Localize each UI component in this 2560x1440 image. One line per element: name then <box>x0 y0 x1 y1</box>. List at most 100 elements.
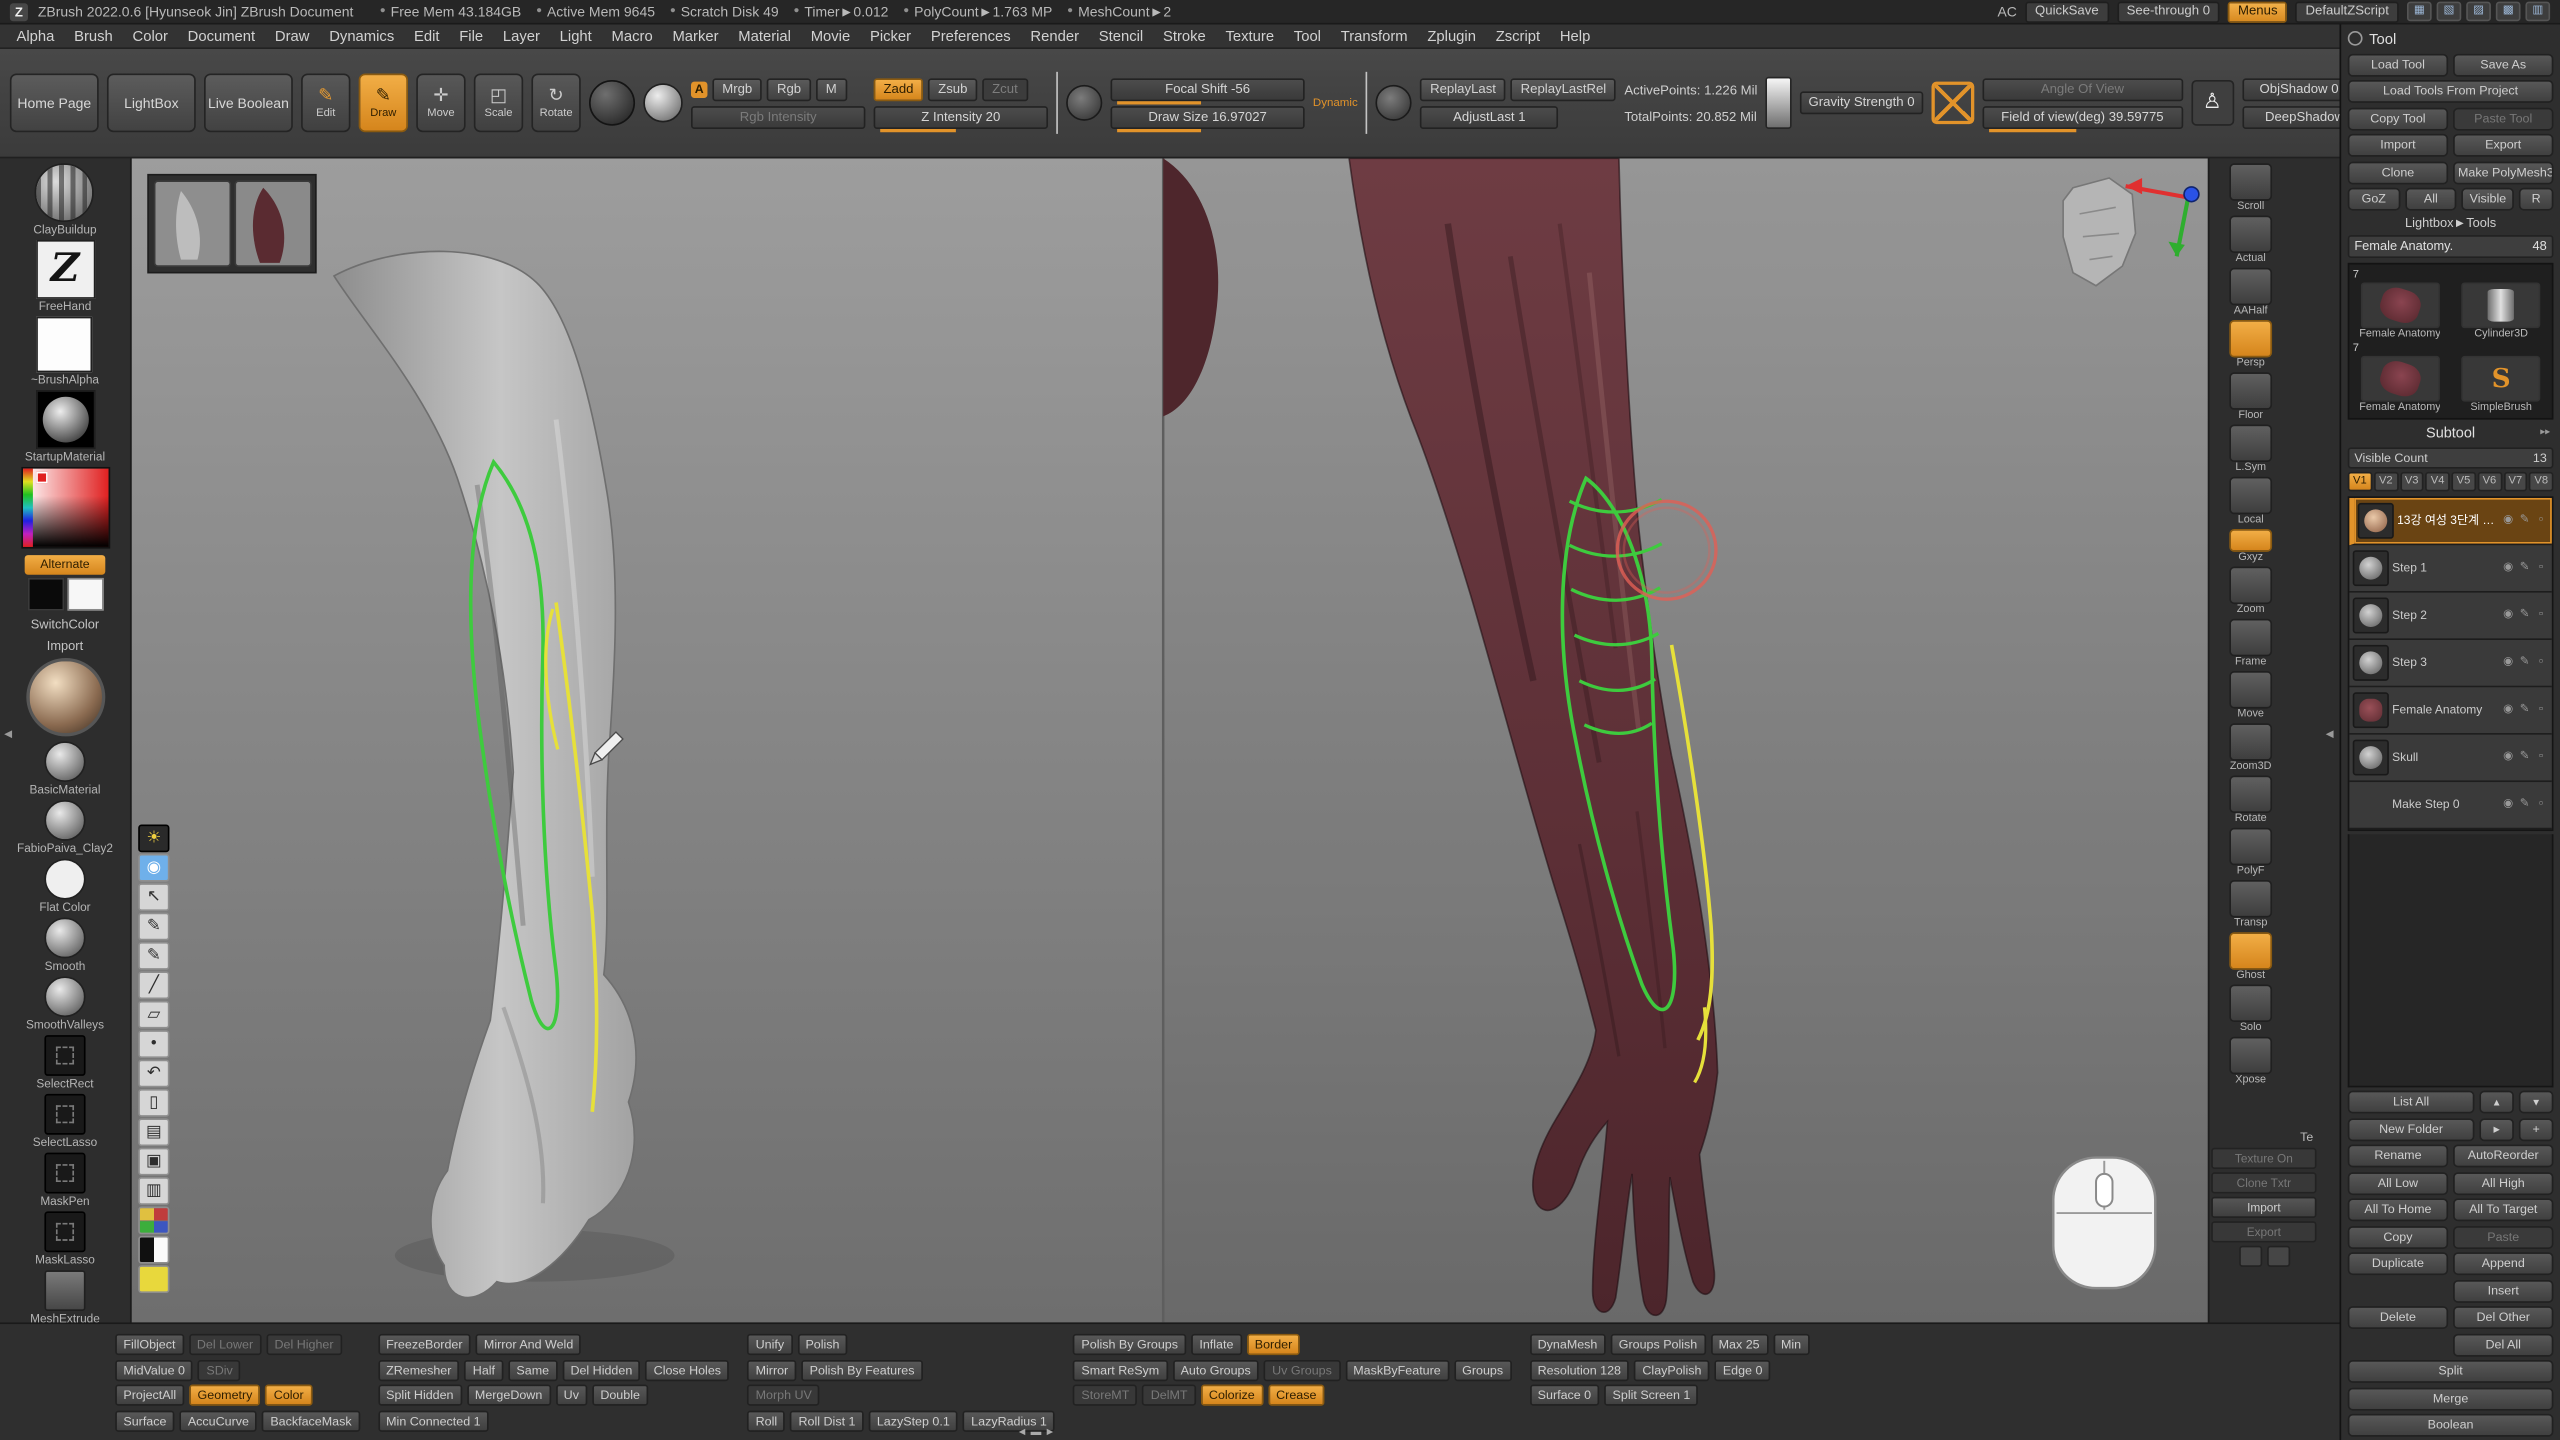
angle-of-view-slider[interactable]: Angle Of View <box>1982 78 2183 101</box>
panel-button[interactable]: MaskByFeature <box>1345 1359 1449 1380</box>
panel-button[interactable]: Half <box>465 1359 504 1380</box>
delete-button[interactable]: Delete <box>2348 1306 2448 1329</box>
menu-item[interactable]: File <box>459 28 483 44</box>
list-all-button[interactable]: List All <box>2348 1091 2475 1114</box>
panel-button[interactable]: SDiv <box>198 1359 241 1380</box>
subtool-view-tab[interactable]: V1 <box>2348 472 2372 492</box>
eraser-icon[interactable]: ▱ <box>138 1001 169 1029</box>
dot-icon[interactable]: • <box>138 1030 169 1058</box>
visible-count-slider[interactable]: Visible Count 13 <box>2348 447 2554 468</box>
menu-item[interactable]: Brush <box>74 28 113 44</box>
panel-button[interactable]: Geometry <box>189 1384 260 1405</box>
left-tray-item[interactable]: Smooth <box>44 918 85 974</box>
line-icon[interactable]: ╱ <box>138 971 169 999</box>
replay-last-rel-button[interactable]: ReplayLastRel <box>1511 78 1616 101</box>
menu-item[interactable]: Render <box>1030 28 1079 44</box>
shelf-button[interactable]: AAHalf <box>2221 268 2280 319</box>
shelf-button[interactable]: Actual <box>2221 216 2280 267</box>
panel-button[interactable]: MergeDown <box>467 1384 551 1405</box>
menu-item[interactable]: Zscript <box>1496 28 1540 44</box>
bulb-icon[interactable]: ☀ <box>138 824 169 852</box>
menu-item[interactable]: Document <box>188 28 256 44</box>
more-icon[interactable] <box>2534 797 2549 812</box>
panel-button[interactable]: FreezeBorder <box>378 1334 471 1355</box>
draw-button[interactable]: Draw <box>359 73 408 132</box>
z-intensity-slider[interactable]: Z Intensity 20 <box>874 105 1048 128</box>
import-button[interactable]: Import <box>2348 134 2448 157</box>
menu-item[interactable]: Help <box>1560 28 1590 44</box>
scale-button[interactable]: Scale <box>474 73 523 132</box>
shelf-button[interactable]: Zoom3D <box>2221 723 2280 774</box>
sculpt-icon[interactable] <box>2517 655 2532 670</box>
scroll-left-icon[interactable]: ◄ <box>1017 1427 1028 1438</box>
subtool-row[interactable]: Female Anatomy <box>2349 687 2551 734</box>
left-tray-item[interactable]: FabioPaiva_Clay2 <box>17 800 113 856</box>
panel-button[interactable]: Mirror And Weld <box>476 1334 582 1355</box>
panel-button[interactable]: Del Higher <box>266 1334 341 1355</box>
duplicate-button[interactable]: Duplicate <box>2348 1252 2448 1275</box>
scroll-right-icon[interactable]: ► <box>1045 1427 1056 1438</box>
eye-icon[interactable]: ◉ <box>138 854 169 882</box>
subtool-row[interactable]: Make Step 0 <box>2349 781 2551 828</box>
goz-visible-button[interactable]: Visible <box>2462 188 2514 211</box>
shelf-button[interactable]: Ghost <box>2221 932 2280 983</box>
menu-item[interactable]: Zplugin <box>1427 28 1476 44</box>
eye-icon[interactable] <box>2501 655 2516 670</box>
left-tray-item[interactable]: Flat Color <box>39 859 90 915</box>
del-other-button[interactable]: Del Other <box>2453 1306 2553 1329</box>
left-tray-item[interactable]: SmoothValleys <box>26 976 104 1032</box>
tool-thumbnail[interactable]: SimpleBrush <box>2454 342 2549 412</box>
angle-of-view-icon[interactable] <box>1931 82 1974 124</box>
move-down-button[interactable] <box>2519 1091 2554 1114</box>
make-polymesh3d-button[interactable]: Make PolyMesh3D <box>2453 161 2553 184</box>
clipboard-icon[interactable]: ▥ <box>138 1177 169 1205</box>
left-tray-item[interactable]: Alternate <box>25 553 104 574</box>
panel-button[interactable]: Mirror <box>747 1359 796 1380</box>
marker-icon[interactable]: ✎ <box>138 942 169 970</box>
panel-button[interactable]: Smart ReSym <box>1073 1359 1167 1380</box>
panel-button[interactable]: Resolution 128 <box>1529 1359 1629 1380</box>
zadd-button[interactable]: Zadd <box>874 78 924 101</box>
export-button[interactable]: Export <box>2453 134 2553 157</box>
insert-button[interactable]: Insert <box>2453 1279 2553 1302</box>
more-icon[interactable] <box>2534 655 2549 670</box>
stroke-preview-icon[interactable] <box>589 80 635 126</box>
sculpt-icon[interactable] <box>2517 607 2532 622</box>
left-tray-item[interactable]: MaskPen <box>40 1153 89 1209</box>
add-folder-icon[interactable] <box>2519 1118 2554 1141</box>
menu-item[interactable]: Material <box>738 28 791 44</box>
tool-thumbnail[interactable]: 7 Female Anatomy <box>2353 269 2448 339</box>
goz-r-button[interactable]: R <box>2519 188 2554 211</box>
menu-item[interactable]: Edit <box>414 28 440 44</box>
panel-button[interactable]: Colorize <box>1201 1384 1263 1405</box>
clone-button[interactable]: Clone <box>2348 161 2448 184</box>
more-icon[interactable] <box>2534 749 2549 764</box>
cursor-icon[interactable]: ↖ <box>138 883 169 911</box>
menu-item[interactable]: Layer <box>503 28 540 44</box>
more-icon[interactable] <box>2534 702 2549 717</box>
rotate-button[interactable]: Rotate <box>531 73 580 132</box>
field-of-view-slider[interactable]: Field of view(deg) 39.59775 <box>1982 105 2183 128</box>
left-tray-item[interactable]: MaskLasso <box>35 1211 95 1267</box>
menu-item[interactable]: Stencil <box>1099 28 1143 44</box>
menu-item[interactable]: Alpha <box>16 28 54 44</box>
menu-item[interactable]: Tool <box>1294 28 1321 44</box>
subtool-view-tab[interactable]: V6 <box>2477 472 2501 492</box>
subtool-view-tab[interactable]: V4 <box>2425 472 2449 492</box>
panel-button[interactable]: Polish <box>797 1334 847 1355</box>
load-tool-button[interactable]: Load Tool <box>2348 53 2448 76</box>
right-panel-collapse-icon[interactable] <box>2323 727 2336 742</box>
texture-strip-button[interactable]: Export <box>2211 1221 2316 1242</box>
left-tray-item[interactable]: Import <box>47 637 83 655</box>
bw-swatch-icon[interactable] <box>138 1236 169 1264</box>
paste-tool-button[interactable]: Paste Tool <box>2453 107 2553 130</box>
eye-icon[interactable] <box>2501 607 2516 622</box>
panel-button[interactable]: Groups Polish <box>1611 1334 1706 1355</box>
subtool-view-tab[interactable]: V2 <box>2374 472 2398 492</box>
left-tray-item[interactable]: ClayBuildup <box>33 163 96 236</box>
panel-button[interactable]: Del Lower <box>189 1334 262 1355</box>
panel-button[interactable]: Double <box>592 1384 648 1405</box>
left-tray-item[interactable]: SelectLasso <box>33 1094 97 1150</box>
shelf-button[interactable]: Solo <box>2221 984 2280 1035</box>
eye-icon[interactable] <box>2501 702 2516 717</box>
